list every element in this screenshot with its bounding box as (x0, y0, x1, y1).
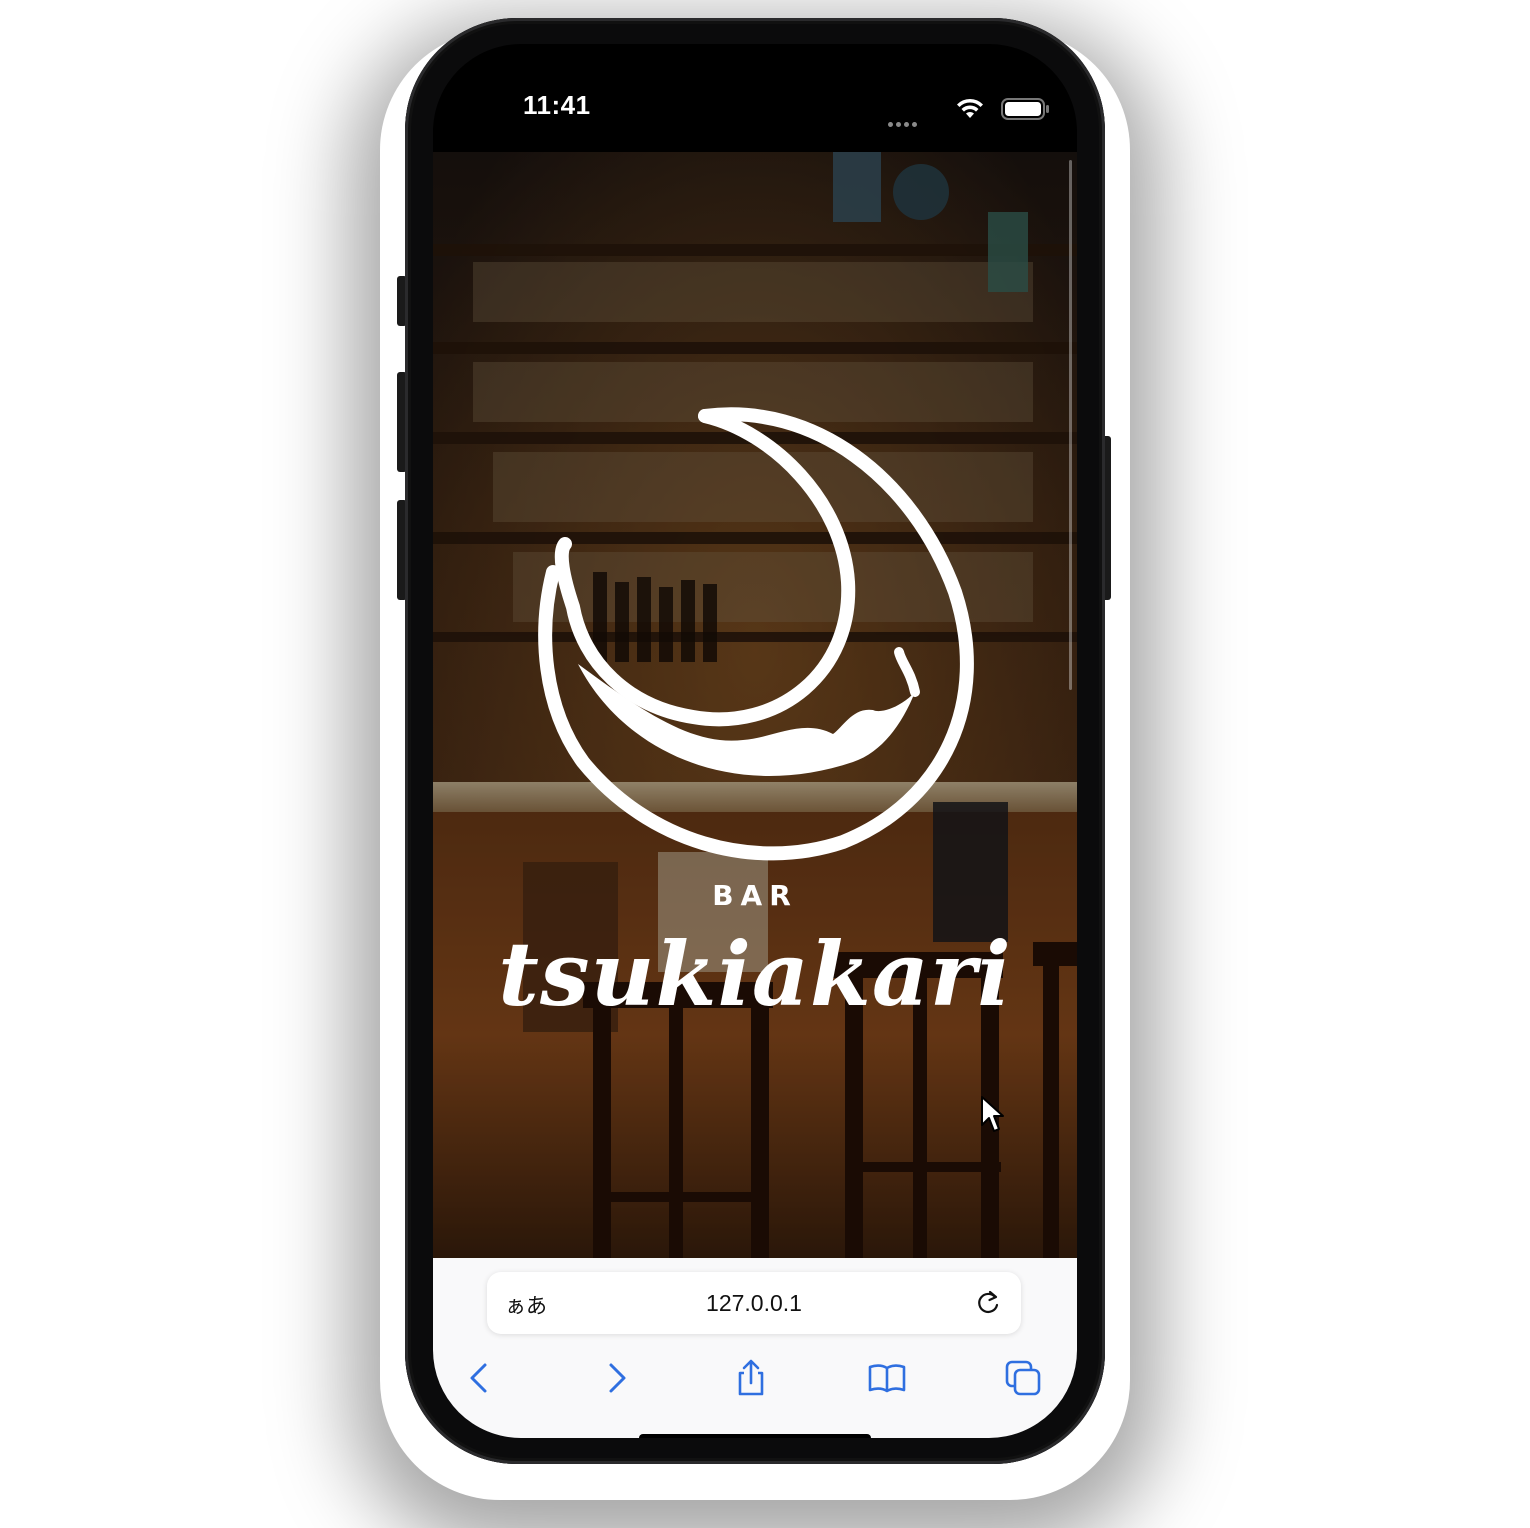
bookmarks-icon[interactable] (867, 1358, 907, 1398)
battery-icon (1001, 98, 1049, 120)
crescent-moon-logo (538, 407, 974, 861)
brand-name: tsukiakari (498, 922, 1012, 1026)
brand-label-bar: BAR (712, 879, 798, 912)
status-time: 11:41 (523, 90, 591, 120)
phone-frame: 11:41 BAR tsukiakari ぁあ 127.0.0.1 (405, 18, 1105, 1464)
forward-icon[interactable] (597, 1358, 637, 1398)
share-icon[interactable] (731, 1358, 771, 1398)
safari-toolbar: ぁあ 127.0.0.1 (433, 1258, 1077, 1438)
wifi-icon (957, 98, 983, 118)
screenshot-stage: 11:41 BAR tsukiakari ぁあ 127.0.0.1 (0, 0, 1530, 1528)
home-indicator[interactable] (639, 1434, 871, 1438)
cellular-signal-icon (888, 114, 920, 132)
back-icon[interactable] (459, 1358, 499, 1398)
phone-screen: 11:41 BAR tsukiakari ぁあ 127.0.0.1 (433, 44, 1077, 1438)
mouse-cursor-icon (981, 1096, 1004, 1132)
tabs-icon[interactable] (1003, 1358, 1043, 1398)
reload-icon[interactable] (973, 1288, 1003, 1318)
url-field[interactable]: 127.0.0.1 (487, 1290, 1021, 1317)
web-content[interactable]: BAR tsukiakari (433, 152, 1077, 1258)
status-bar: 11:41 (433, 44, 1077, 152)
address-bar[interactable]: ぁあ 127.0.0.1 (487, 1272, 1021, 1334)
